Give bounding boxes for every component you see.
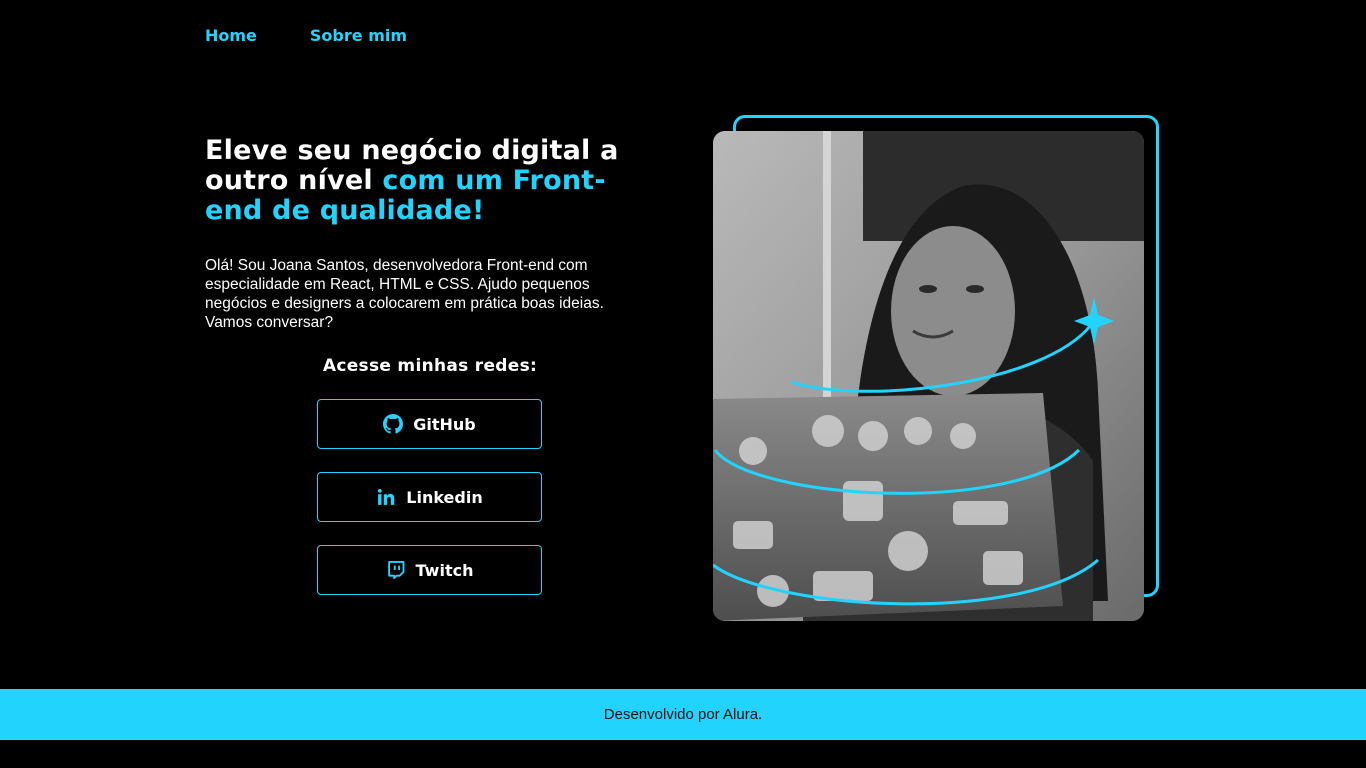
github-label: GitHub: [413, 414, 476, 434]
linkedin-button[interactable]: Linkedin: [317, 472, 542, 522]
github-icon: [383, 414, 404, 434]
github-button[interactable]: GitHub: [317, 399, 542, 449]
profile-photo: [713, 131, 1144, 621]
nav-home-link[interactable]: Home: [205, 26, 257, 46]
top-navigation: Home Sobre mim: [205, 26, 407, 46]
twitch-icon: [386, 560, 406, 580]
hero-intro-text: Olá! Sou Joana Santos, desenvolvedora Fr…: [205, 257, 604, 331]
footer-text: Desenvolvido por Alura.: [603, 706, 763, 723]
twitch-label: Twitch: [415, 560, 474, 580]
hero-headline: Eleve seu negócio digital a outro nível …: [205, 136, 645, 226]
linkedin-icon: [376, 487, 396, 507]
twitch-button[interactable]: Twitch: [317, 545, 542, 595]
nav-about-link[interactable]: Sobre mim: [310, 26, 407, 46]
page-footer: Desenvolvido por Alura.: [0, 689, 1366, 740]
socials-title: Acesse minhas redes:: [322, 356, 538, 376]
profile-photo-area: [713, 115, 1163, 625]
linkedin-label: Linkedin: [406, 487, 483, 507]
